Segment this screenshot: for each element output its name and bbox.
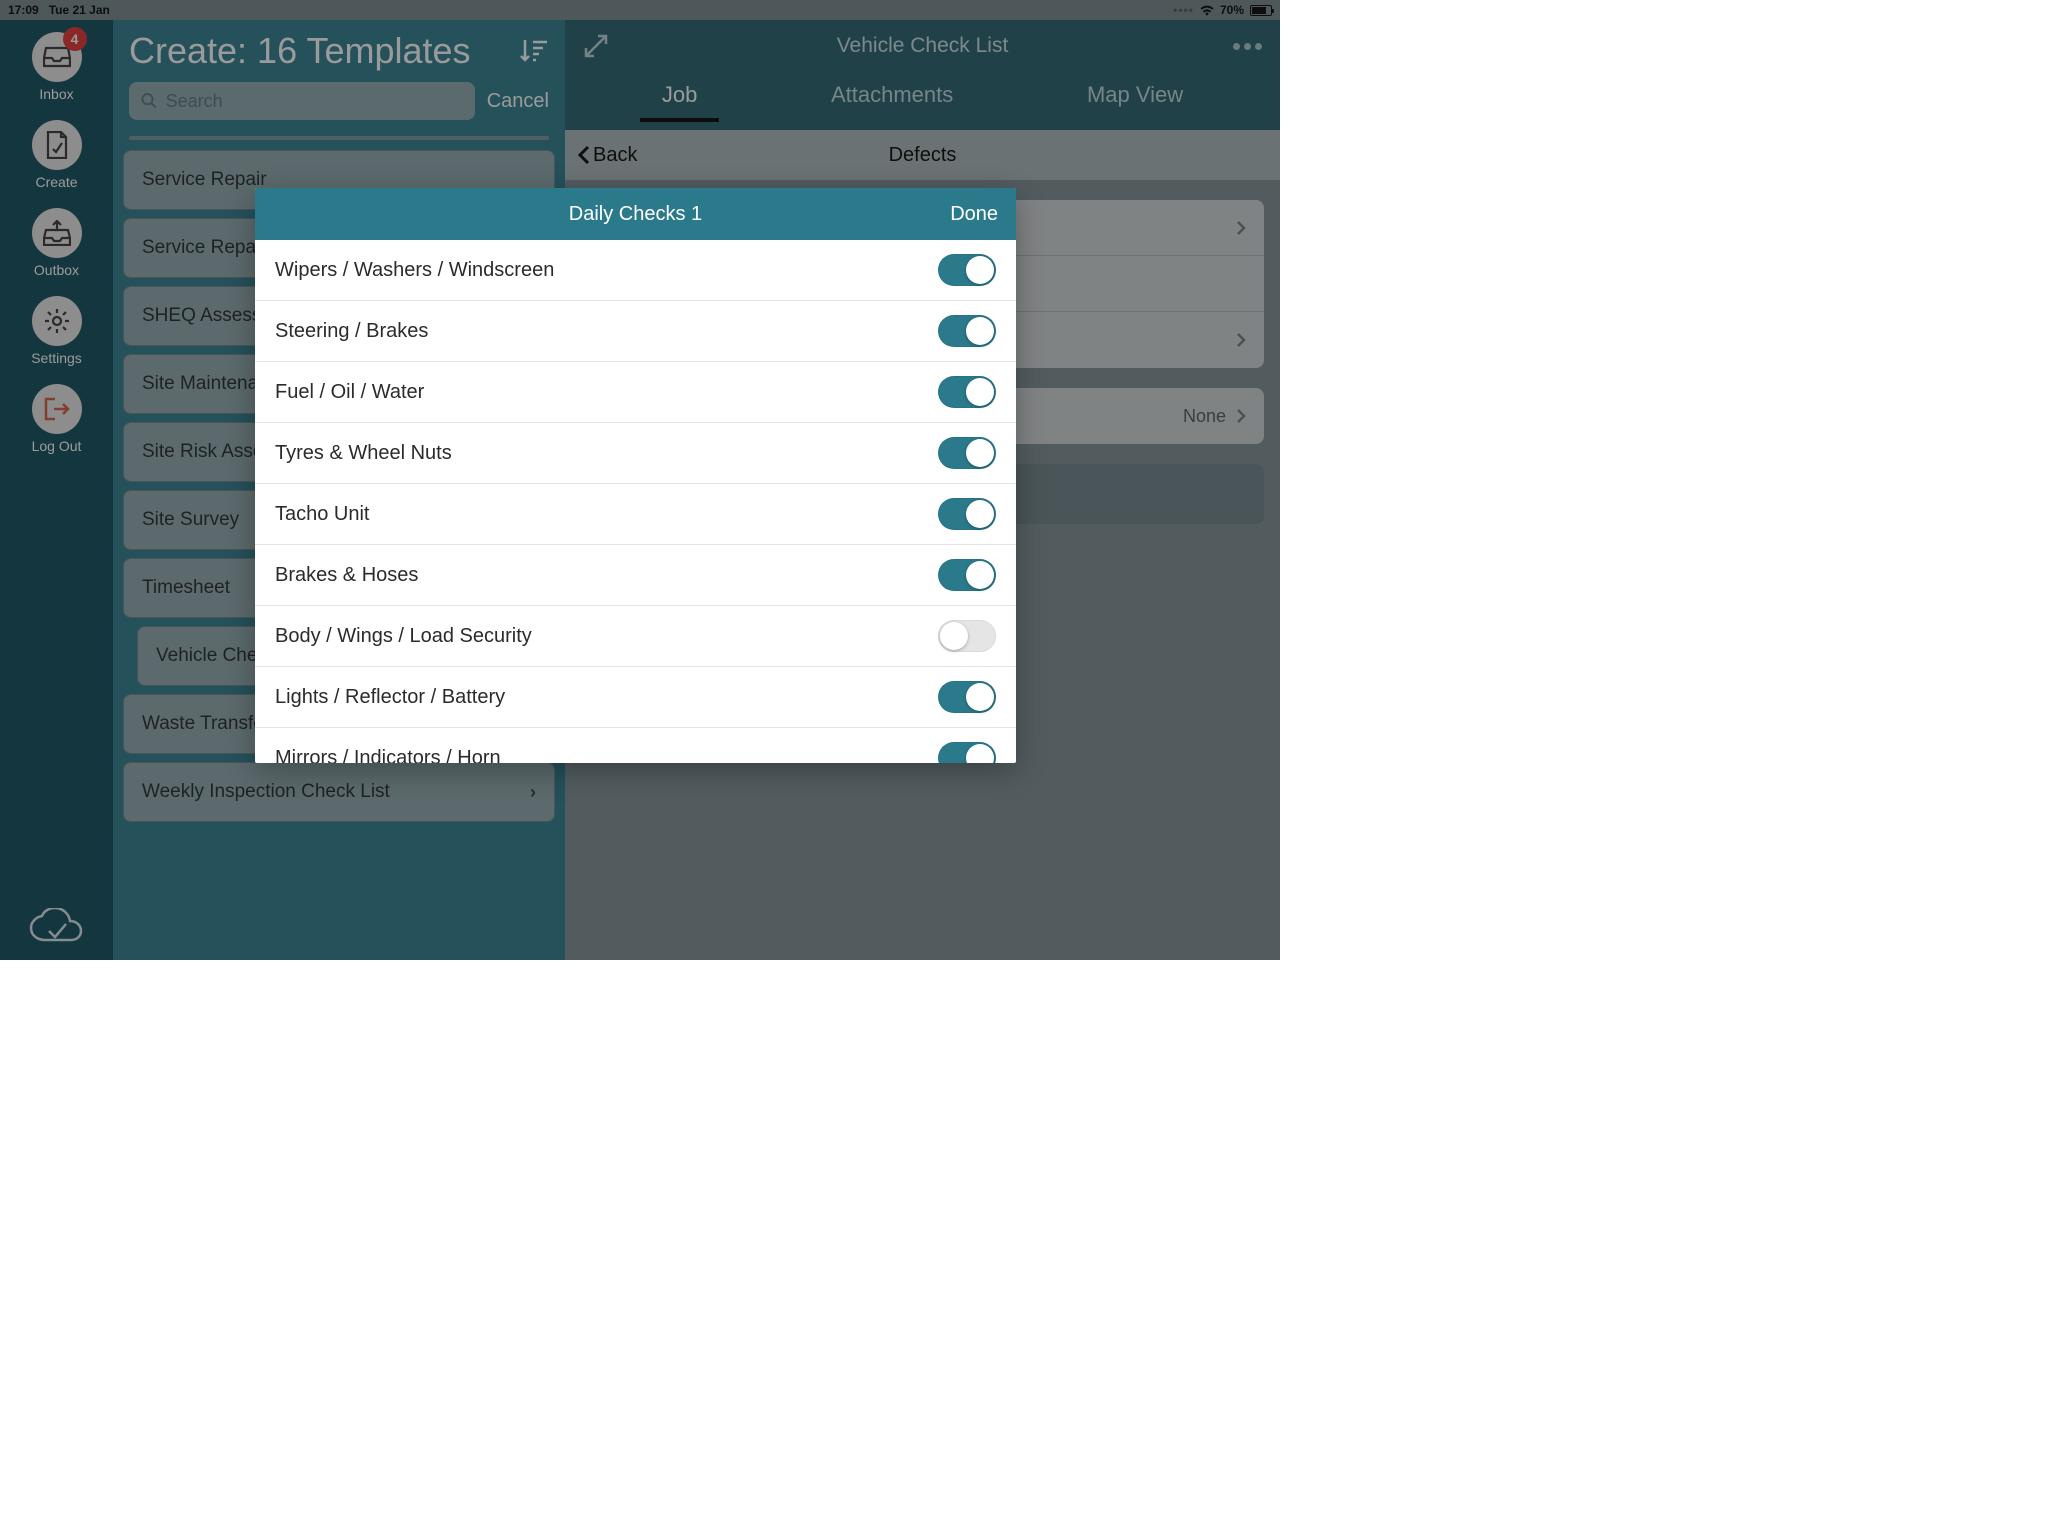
- check-row: Lights / Reflector / Battery: [255, 667, 1016, 728]
- toggle-switch[interactable]: [938, 254, 996, 286]
- modal-title: Daily Checks 1: [569, 203, 702, 226]
- check-row-label: Brakes & Hoses: [275, 564, 418, 587]
- toggle-switch[interactable]: [938, 620, 996, 652]
- check-row: Steering / Brakes: [255, 301, 1016, 362]
- check-row-label: Wipers / Washers / Windscreen: [275, 259, 554, 282]
- toggle-switch[interactable]: [938, 498, 996, 530]
- check-row-label: Fuel / Oil / Water: [275, 381, 424, 404]
- toggle-switch[interactable]: [938, 559, 996, 591]
- check-row: Tacho Unit: [255, 484, 1016, 545]
- check-row-label: Body / Wings / Load Security: [275, 625, 532, 648]
- check-row: Tyres & Wheel Nuts: [255, 423, 1016, 484]
- toggle-switch[interactable]: [938, 681, 996, 713]
- check-row: Wipers / Washers / Windscreen: [255, 240, 1016, 301]
- check-row-label: Steering / Brakes: [275, 320, 428, 343]
- check-list: Wipers / Washers / Windscreen Steering / …: [255, 240, 1016, 763]
- check-row: Mirrors / Indicators / Horn: [255, 728, 1016, 763]
- daily-checks-modal: Daily Checks 1 Done Wipers / Washers / W…: [255, 188, 1016, 763]
- toggle-switch[interactable]: [938, 437, 996, 469]
- toggle-switch[interactable]: [938, 315, 996, 347]
- done-button[interactable]: Done: [950, 203, 998, 226]
- toggle-switch[interactable]: [938, 742, 996, 763]
- toggle-switch[interactable]: [938, 376, 996, 408]
- check-row-label: Lights / Reflector / Battery: [275, 686, 505, 709]
- check-row-label: Tyres & Wheel Nuts: [275, 442, 452, 465]
- check-row-label: Tacho Unit: [275, 503, 370, 526]
- check-row-label: Mirrors / Indicators / Horn: [275, 747, 501, 764]
- check-row: Brakes & Hoses: [255, 545, 1016, 606]
- check-row: Fuel / Oil / Water: [255, 362, 1016, 423]
- check-row: Body / Wings / Load Security: [255, 606, 1016, 667]
